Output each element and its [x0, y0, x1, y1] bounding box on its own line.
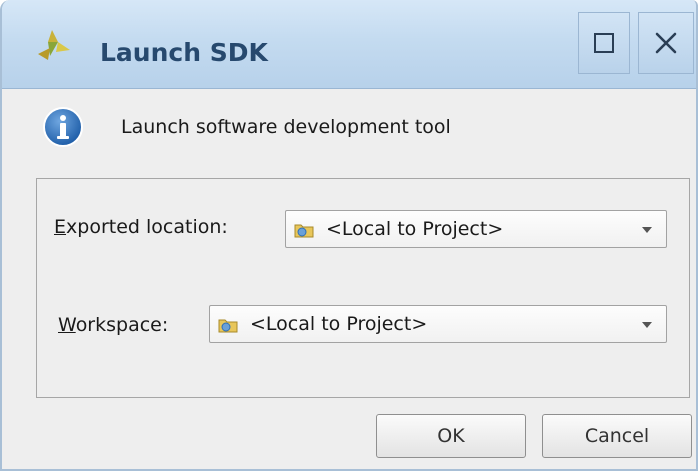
dialog-title: Launch SDK [100, 38, 268, 67]
exported-location-label-text: xported location: [66, 216, 228, 238]
title-bar[interactable]: Launch SDK [2, 0, 696, 89]
ok-button[interactable]: OK [376, 414, 526, 458]
folder-icon [218, 319, 238, 333]
workspace-label: Workspace: [58, 314, 168, 336]
dialog-message: Launch software development tool [121, 116, 451, 138]
folder-icon [294, 224, 314, 238]
workspace-mnemonic: W [58, 314, 76, 336]
chevron-down-icon[interactable] [642, 322, 652, 328]
xilinx-logo-icon [38, 30, 70, 60]
workspace-dropdown[interactable]: <Local to Project> [209, 305, 667, 343]
launch-sdk-dialog: Launch SDK Launch software development t… [0, 0, 698, 471]
exported-location-label: Exported location: [54, 216, 228, 238]
exported-location-dropdown[interactable]: <Local to Project> [285, 210, 667, 248]
maximize-icon [594, 33, 614, 53]
close-button[interactable] [638, 12, 694, 74]
workspace-value: <Local to Project> [250, 313, 428, 335]
exported-location-mnemonic: E [54, 216, 67, 238]
chevron-down-icon[interactable] [642, 227, 652, 233]
cancel-button[interactable]: Cancel [542, 414, 692, 458]
maximize-button[interactable] [578, 12, 630, 74]
exported-location-value: <Local to Project> [326, 218, 504, 240]
workspace-label-text: orkspace: [75, 314, 169, 336]
close-icon [655, 32, 677, 54]
info-icon [43, 107, 83, 147]
